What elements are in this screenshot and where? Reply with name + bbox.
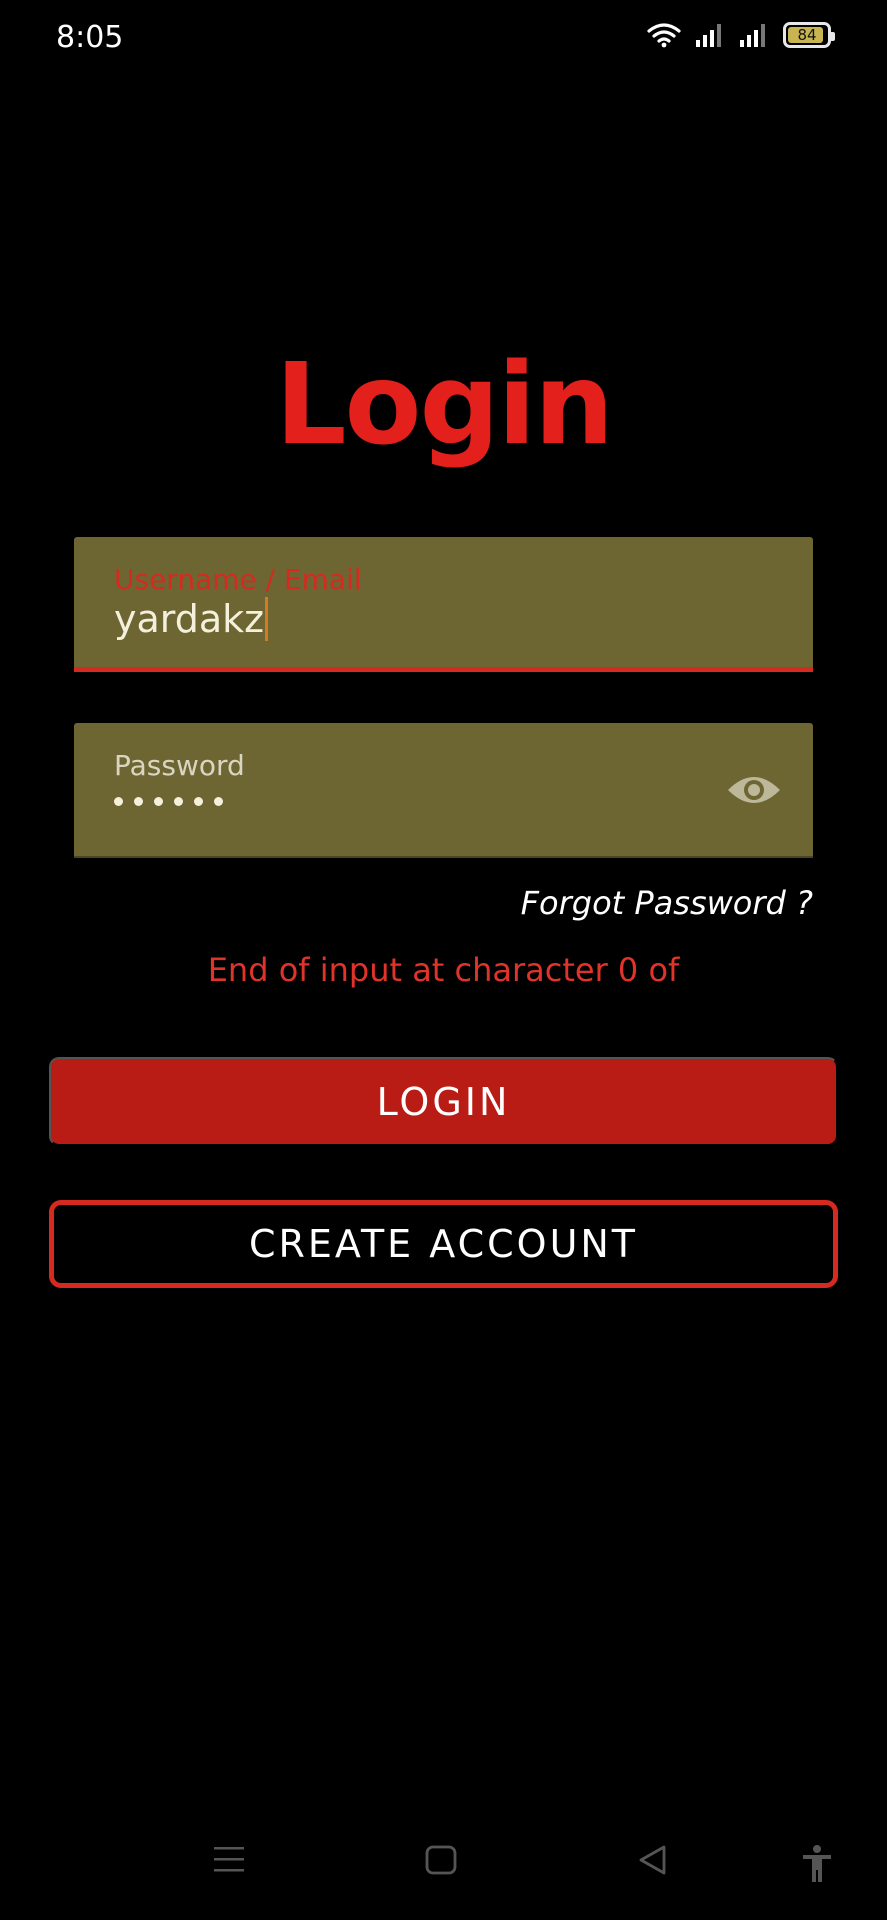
password-dot [134, 797, 143, 806]
login-button[interactable]: LOGIN [49, 1057, 838, 1146]
username-field[interactable]: Username / Email yardakz [74, 537, 813, 672]
password-label: Password [114, 749, 245, 782]
password-field[interactable]: Password [74, 723, 813, 858]
password-dot [194, 797, 203, 806]
navigation-bar [0, 1810, 887, 1920]
battery-icon: 84 [783, 22, 835, 48]
wifi-icon [647, 22, 681, 48]
username-input[interactable]: yardakz [114, 597, 269, 641]
page-title: Login [275, 340, 614, 470]
status-icons: 84 [647, 22, 835, 48]
password-dot [114, 797, 123, 806]
menu-icon[interactable] [212, 1844, 246, 1874]
eye-icon[interactable] [725, 767, 783, 813]
status-bar: 8:05 84 [0, 0, 887, 80]
forgot-password-link[interactable]: Forgot Password ? [521, 884, 813, 922]
create-account-button[interactable]: CREATE ACCOUNT [49, 1200, 838, 1288]
password-dot [154, 797, 163, 806]
error-message: End of input at character 0 of [207, 951, 680, 989]
login-screen: 8:05 84 Login Username / Email yardakz P… [0, 0, 887, 1920]
username-value: yardakz [114, 597, 265, 641]
password-dot [214, 797, 223, 806]
back-icon[interactable] [636, 1844, 670, 1876]
text-caret [265, 597, 269, 641]
battery-level: 84 [797, 26, 817, 44]
signal-icon [739, 22, 769, 48]
password-dot [174, 797, 183, 806]
status-time: 8:05 [56, 20, 124, 55]
password-input[interactable] [114, 797, 223, 806]
accessibility-icon[interactable] [800, 1844, 834, 1884]
username-label: Username / Email [114, 563, 362, 596]
signal-icon [695, 22, 725, 48]
home-icon[interactable] [424, 1844, 458, 1876]
